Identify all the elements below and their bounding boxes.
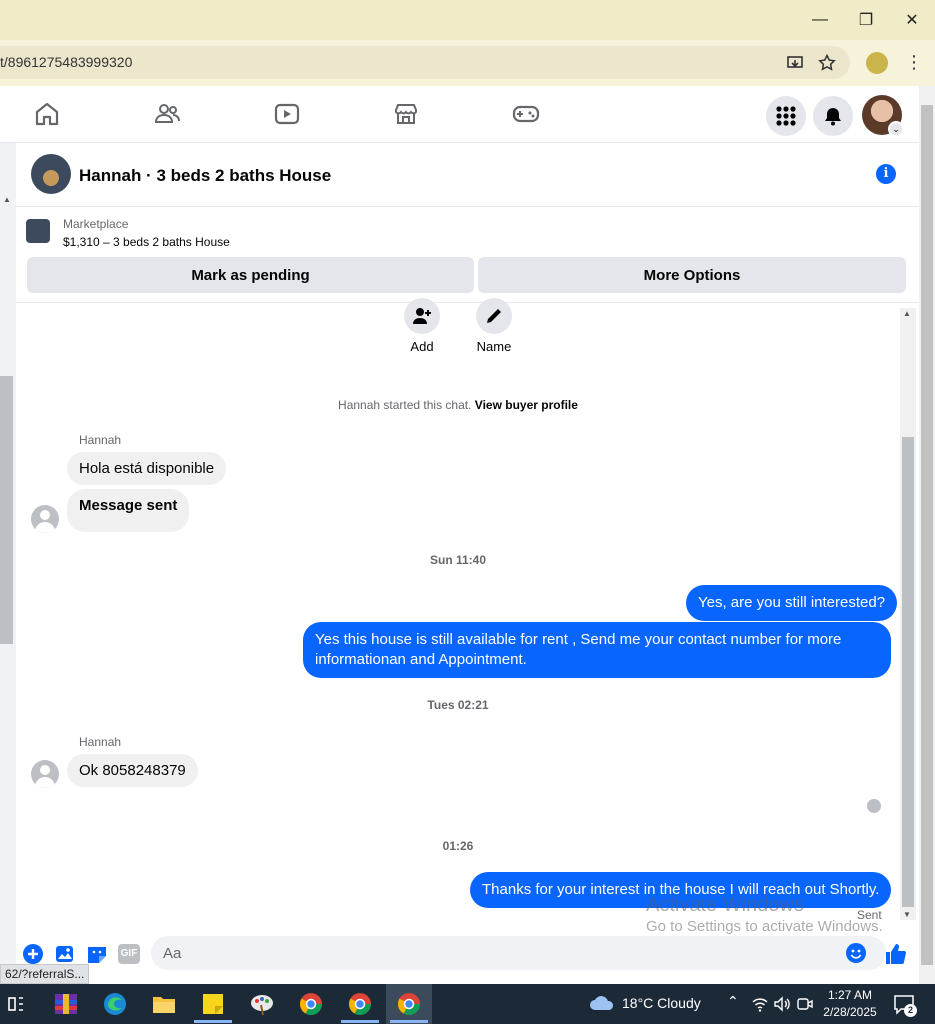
emoji-icon[interactable] (846, 943, 866, 963)
windows-taskbar: 18°C Cloudy ⌃ 1:27 AM 2/28/2025 2 (0, 984, 935, 1024)
message-thread: Add Name Hannah started this chat. View … (16, 298, 919, 933)
sender-avatar[interactable] (31, 760, 59, 788)
address-row: t/8961275483999320 (0, 40, 935, 86)
active-app-indicator (194, 1020, 232, 1023)
menu-grid-icon (776, 106, 796, 126)
incoming-message[interactable]: Message sent (67, 489, 190, 532)
wifi-icon[interactable] (751, 995, 769, 1013)
add-person-button[interactable] (404, 298, 440, 334)
notifications-button[interactable] (813, 96, 853, 136)
friends-icon[interactable] (153, 100, 181, 128)
close-window-button[interactable]: ✕ (897, 6, 927, 34)
active-app-indicator (341, 1020, 379, 1023)
menu-grid-button[interactable] (766, 96, 806, 136)
chat-started-text: Hannah started this chat. (338, 398, 472, 412)
thread-scroll-up-icon[interactable]: ▲ (903, 309, 911, 318)
message-composer: GIF Aa (16, 933, 919, 977)
incoming-message[interactable]: Ok 8058248379 (67, 754, 198, 787)
chrome-profile-b-icon[interactable] (347, 991, 373, 1017)
activate-windows-subtitle: Go to Settings to activate Windows. (646, 918, 883, 935)
mark-pending-button[interactable]: Mark as pending (27, 257, 474, 293)
sidebar-scrollbar-thumb[interactable] (0, 376, 13, 644)
sender-avatar[interactable] (31, 505, 59, 533)
file-explorer-icon[interactable] (151, 991, 177, 1017)
pencil-icon (487, 309, 501, 323)
url-text: t/8961275483999320 (0, 54, 133, 70)
seen-receipt-avatar (867, 799, 881, 813)
tray-chevron-icon[interactable]: ⌃ (727, 993, 739, 1010)
incoming-message[interactable]: Hola está disponible (67, 452, 227, 485)
weather-text[interactable]: 18°C Cloudy (622, 995, 701, 1011)
photo-icon[interactable] (54, 943, 76, 965)
sticky-notes-icon[interactable] (200, 991, 226, 1017)
gaming-icon[interactable] (512, 100, 540, 128)
activate-windows-title: Activate Windows (646, 894, 804, 916)
sidebar-scroll-up-icon[interactable]: ▲ (3, 195, 11, 204)
listing-thumbnail[interactable] (26, 219, 50, 243)
chat-title[interactable]: Hannah · 3 beds 2 baths House (79, 166, 331, 186)
task-view-icon[interactable] (3, 991, 29, 1017)
edit-name-button[interactable] (476, 298, 512, 334)
chrome-active-icon[interactable] (396, 991, 422, 1017)
clock-time: 1:27 AM (827, 988, 873, 1002)
bookmark-star-icon[interactable] (818, 54, 836, 72)
clock-date: 2/28/2025 (823, 1005, 877, 1019)
outgoing-message[interactable]: Yes, are you still interested? (686, 585, 898, 621)
install-app-icon[interactable] (786, 54, 804, 72)
timestamp: Sun 11:40 (429, 553, 487, 567)
thumbs-up-icon[interactable] (884, 942, 908, 966)
more-options-button[interactable]: More Options (478, 257, 906, 293)
address-bar[interactable]: t/8961275483999320 (0, 46, 850, 79)
browser-profile-icon[interactable] (866, 52, 888, 74)
active-app-indicator (390, 1020, 428, 1023)
thread-scrollbar-thumb[interactable] (902, 437, 914, 907)
sticker-icon[interactable] (86, 943, 108, 965)
edge-icon[interactable] (102, 991, 128, 1017)
browser-title-bar: — ❐ ✕ (0, 0, 935, 40)
notifications-icon (825, 108, 841, 126)
add-label: Add (410, 339, 434, 354)
system-clock[interactable]: 1:27 AM 2/28/2025 (815, 987, 885, 1021)
outgoing-message[interactable]: Yes this house is still available for re… (303, 622, 891, 678)
thread-scroll-down-icon[interactable]: ▼ (903, 910, 911, 919)
paint-icon[interactable] (249, 991, 275, 1017)
sender-name: Hannah (79, 735, 122, 749)
marketplace-label: Marketplace (63, 217, 129, 231)
name-label: Name (476, 339, 512, 354)
info-icon[interactable]: i (876, 164, 896, 184)
chat-started-notice: Hannah started this chat. View buyer pro… (16, 398, 900, 412)
facebook-top-nav: ⌄ (0, 86, 919, 143)
cloud-icon[interactable] (589, 994, 615, 1012)
notification-count-badge: 2 (904, 1004, 917, 1017)
listing-price[interactable]: $1,310 – 3 beds 2 baths House (63, 235, 230, 249)
marketplace-icon[interactable] (392, 100, 420, 128)
timestamp: 01:26 (442, 839, 474, 853)
marketplace-listing-panel: Marketplace $1,310 – 3 beds 2 baths Hous… (16, 207, 919, 303)
account-chevron-icon[interactable]: ⌄ (888, 121, 904, 137)
browser-menu-icon[interactable]: ⋮ (905, 52, 923, 74)
status-url-tooltip: 62/?referralS... (0, 964, 90, 984)
minimize-button[interactable]: — (805, 6, 835, 34)
restore-button[interactable]: ❐ (851, 6, 881, 34)
page-scrollbar-thumb[interactable] (921, 105, 933, 965)
add-person-icon (413, 308, 431, 324)
sender-name: Hannah (79, 433, 122, 447)
chat-header: Hannah · 3 beds 2 baths House i (16, 143, 919, 207)
view-buyer-profile-link[interactable]: View buyer profile (475, 398, 578, 412)
timestamp: Tues 02:21 (427, 698, 489, 712)
winrar-icon[interactable] (53, 991, 79, 1017)
home-icon[interactable] (33, 100, 61, 128)
meet-now-icon[interactable] (796, 995, 814, 1013)
chrome-profile-a-icon[interactable] (298, 991, 324, 1017)
listing-avatar[interactable] (31, 154, 71, 194)
plus-icon[interactable] (22, 943, 44, 965)
message-input[interactable]: Aa (151, 936, 886, 970)
gif-icon[interactable]: GIF (118, 944, 140, 964)
volume-icon[interactable] (773, 995, 791, 1013)
watch-icon[interactable] (273, 100, 301, 128)
